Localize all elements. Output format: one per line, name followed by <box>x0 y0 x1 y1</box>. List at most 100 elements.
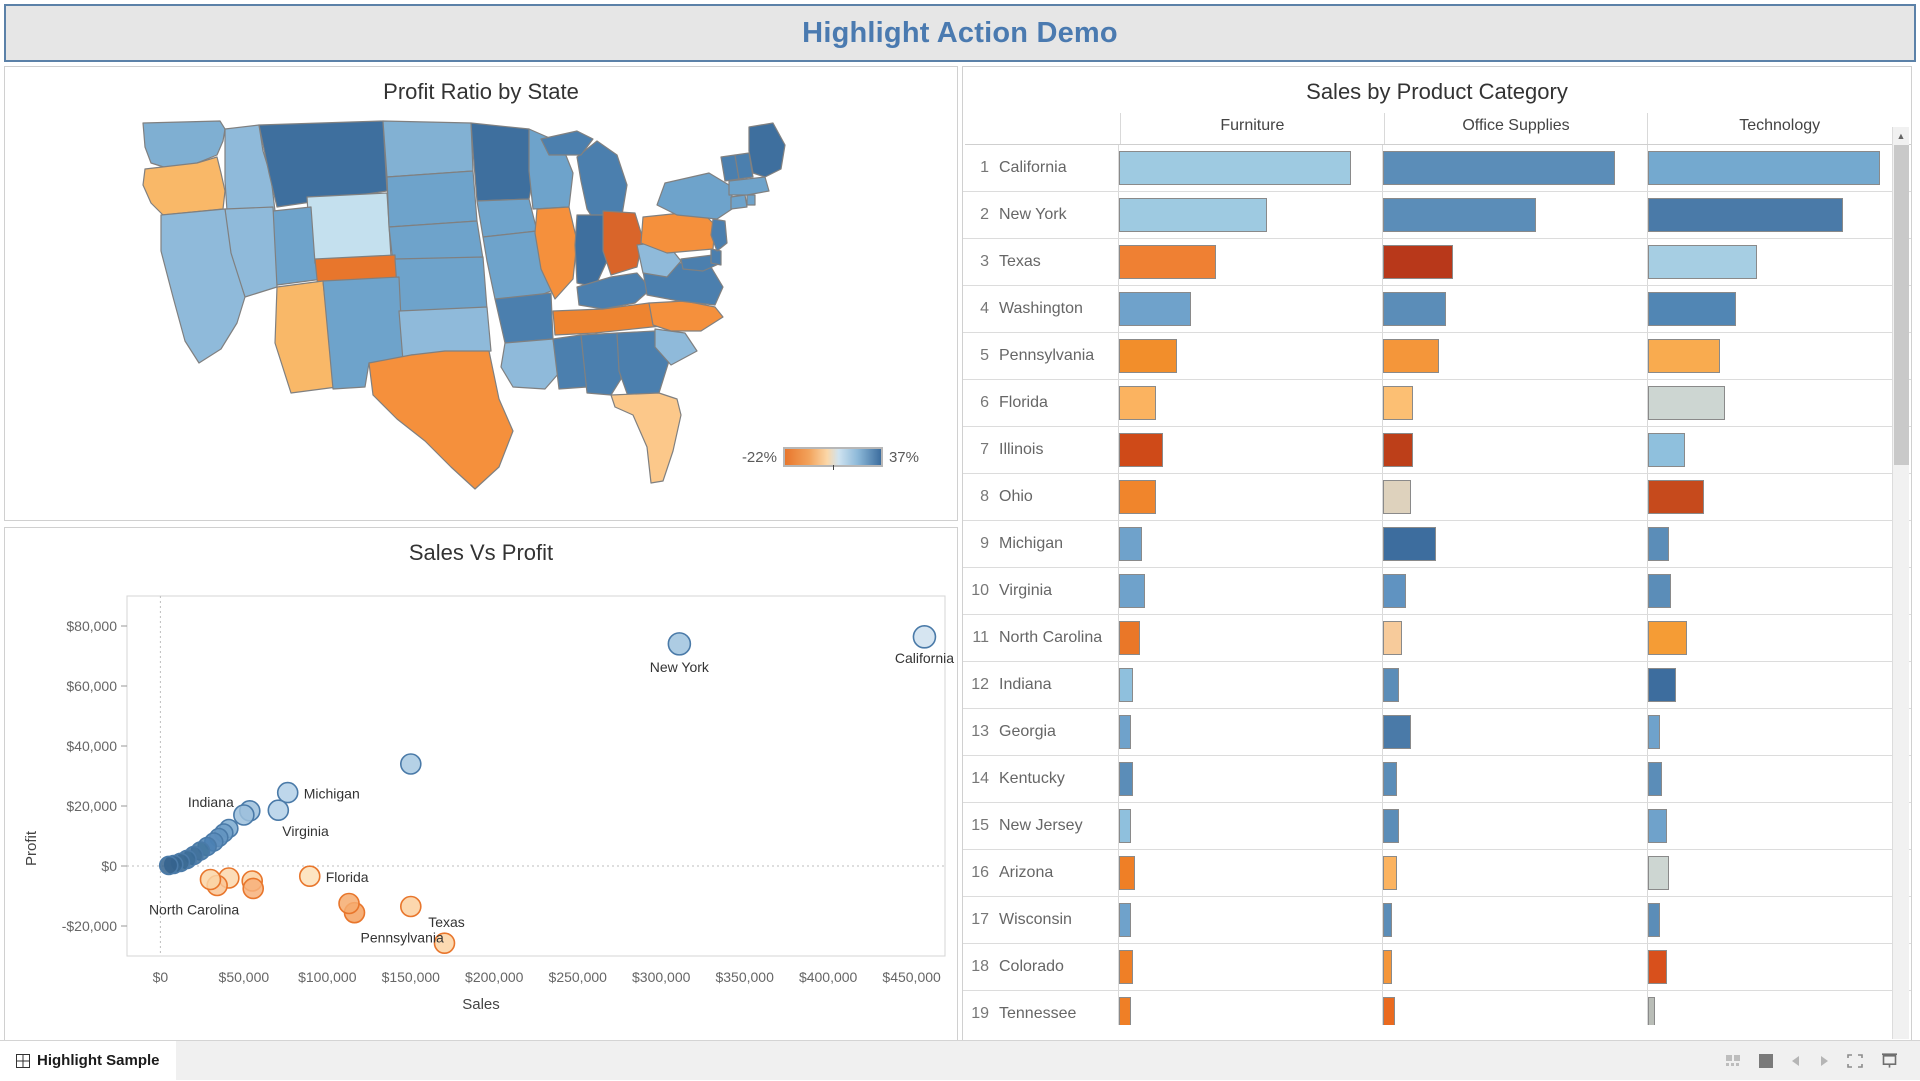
table-row[interactable]: 6Florida <box>963 380 1911 427</box>
table-rows-viewport[interactable]: 1California2New York3Texas4Washington5Pe… <box>963 145 1911 1025</box>
map-state-ohio[interactable] <box>603 211 643 275</box>
map-state-arkansas[interactable] <box>495 293 553 343</box>
scatter-point[interactable] <box>401 754 421 774</box>
row-state-label[interactable]: Arizona <box>999 850 1119 896</box>
bar[interactable] <box>1648 715 1660 749</box>
bar-cell-technology[interactable] <box>1648 192 1911 238</box>
bar-cell-furniture[interactable] <box>1119 615 1383 661</box>
bar[interactable] <box>1119 668 1133 702</box>
bar[interactable] <box>1119 480 1156 514</box>
scroll-up-icon[interactable]: ▲ <box>1893 127 1909 144</box>
table-row[interactable]: 17Wisconsin <box>963 897 1911 944</box>
bar[interactable] <box>1119 527 1142 561</box>
fullscreen-icon[interactable] <box>1847 1054 1863 1068</box>
map-state-north-carolina[interactable] <box>649 301 723 331</box>
bar[interactable] <box>1648 950 1667 984</box>
bar-cell-office-supplies[interactable] <box>1383 474 1647 520</box>
bar-cell-office-supplies[interactable] <box>1383 568 1647 614</box>
bar[interactable] <box>1383 386 1413 420</box>
bar-cell-office-supplies[interactable] <box>1383 427 1647 473</box>
bar-cell-furniture[interactable] <box>1119 333 1383 379</box>
bar-cell-furniture[interactable] <box>1119 239 1383 285</box>
table-row[interactable]: 19Tennessee <box>963 991 1911 1025</box>
table-row[interactable]: 7Illinois <box>963 427 1911 474</box>
bar-cell-office-supplies[interactable] <box>1383 991 1647 1025</box>
column-header-furniture[interactable]: Furniture <box>1121 113 1385 144</box>
bar-cell-technology[interactable] <box>1648 568 1911 614</box>
scatter-point[interactable] <box>200 870 220 890</box>
next-icon[interactable] <box>1819 1055 1829 1067</box>
bar-cell-technology[interactable] <box>1648 897 1911 943</box>
row-state-label[interactable]: Pennsylvania <box>999 333 1119 379</box>
scrollbar-thumb[interactable] <box>1894 145 1909 465</box>
row-state-label[interactable]: New York <box>999 192 1119 238</box>
bar[interactable] <box>1648 903 1660 937</box>
map-state-iowa[interactable] <box>477 199 537 237</box>
row-state-label[interactable]: Colorado <box>999 944 1119 990</box>
bar[interactable] <box>1648 433 1685 467</box>
scatter-point[interactable] <box>160 856 178 874</box>
bar[interactable] <box>1119 198 1267 232</box>
bar[interactable] <box>1648 292 1736 326</box>
row-state-label[interactable]: Ohio <box>999 474 1119 520</box>
bar-cell-furniture[interactable] <box>1119 662 1383 708</box>
map-state-north-dakota[interactable] <box>383 121 473 177</box>
bar[interactable] <box>1648 527 1669 561</box>
bar[interactable] <box>1383 480 1411 514</box>
table-row[interactable]: 8Ohio <box>963 474 1911 521</box>
bar[interactable] <box>1119 715 1131 749</box>
bar[interactable] <box>1119 292 1191 326</box>
bar-cell-technology[interactable] <box>1648 850 1911 896</box>
bar-cell-furniture[interactable] <box>1119 991 1383 1025</box>
bar-cell-technology[interactable] <box>1648 427 1911 473</box>
row-state-label[interactable]: Kentucky <box>999 756 1119 802</box>
bar-cell-furniture[interactable] <box>1119 427 1383 473</box>
bar[interactable] <box>1648 574 1671 608</box>
map-state-texas[interactable] <box>369 351 513 489</box>
bar[interactable] <box>1383 950 1392 984</box>
bar-cell-furniture[interactable] <box>1119 521 1383 567</box>
bar-cell-furniture[interactable] <box>1119 944 1383 990</box>
bar-cell-furniture[interactable] <box>1119 192 1383 238</box>
bar[interactable] <box>1383 245 1453 279</box>
row-state-label[interactable]: Illinois <box>999 427 1119 473</box>
bar[interactable] <box>1119 809 1131 843</box>
bar[interactable] <box>1119 386 1156 420</box>
bar[interactable] <box>1383 997 1395 1025</box>
scatter-point[interactable] <box>300 866 320 886</box>
bar[interactable] <box>1648 997 1655 1025</box>
bar-cell-office-supplies[interactable] <box>1383 897 1647 943</box>
bar[interactable] <box>1383 574 1406 608</box>
bar[interactable] <box>1383 668 1399 702</box>
scatter-point[interactable] <box>268 800 288 820</box>
bar[interactable] <box>1383 903 1392 937</box>
bar-cell-technology[interactable] <box>1648 145 1911 191</box>
bar[interactable] <box>1648 762 1662 796</box>
bar[interactable] <box>1648 386 1725 420</box>
row-state-label[interactable]: California <box>999 145 1119 191</box>
scatter-point[interactable] <box>234 805 254 825</box>
bar-cell-office-supplies[interactable] <box>1383 756 1647 802</box>
map-state-louisiana[interactable] <box>501 339 559 389</box>
bar-cell-furniture[interactable] <box>1119 803 1383 849</box>
bar[interactable] <box>1648 198 1843 232</box>
row-state-label[interactable]: Georgia <box>999 709 1119 755</box>
bar-cell-technology[interactable] <box>1648 991 1911 1025</box>
bar[interactable] <box>1119 339 1177 373</box>
map-state-alabama[interactable] <box>581 333 621 395</box>
map-state-rhode-island[interactable] <box>747 195 755 205</box>
bar-cell-technology[interactable] <box>1648 380 1911 426</box>
map-state-minnesota[interactable] <box>471 123 537 201</box>
table-row[interactable]: 11North Carolina <box>963 615 1911 662</box>
bar[interactable] <box>1119 574 1145 608</box>
bar[interactable] <box>1383 151 1615 185</box>
bar-cell-technology[interactable] <box>1648 239 1911 285</box>
table-row[interactable]: 3Texas <box>963 239 1911 286</box>
row-state-label[interactable]: Wisconsin <box>999 897 1119 943</box>
bar-cell-furniture[interactable] <box>1119 897 1383 943</box>
map-state-connecticut[interactable] <box>731 195 747 209</box>
bar[interactable] <box>1119 151 1351 185</box>
map-worksheet-panel[interactable]: Profit Ratio by State <box>4 66 958 521</box>
bar-cell-furniture[interactable] <box>1119 756 1383 802</box>
bar-cell-office-supplies[interactable] <box>1383 615 1647 661</box>
